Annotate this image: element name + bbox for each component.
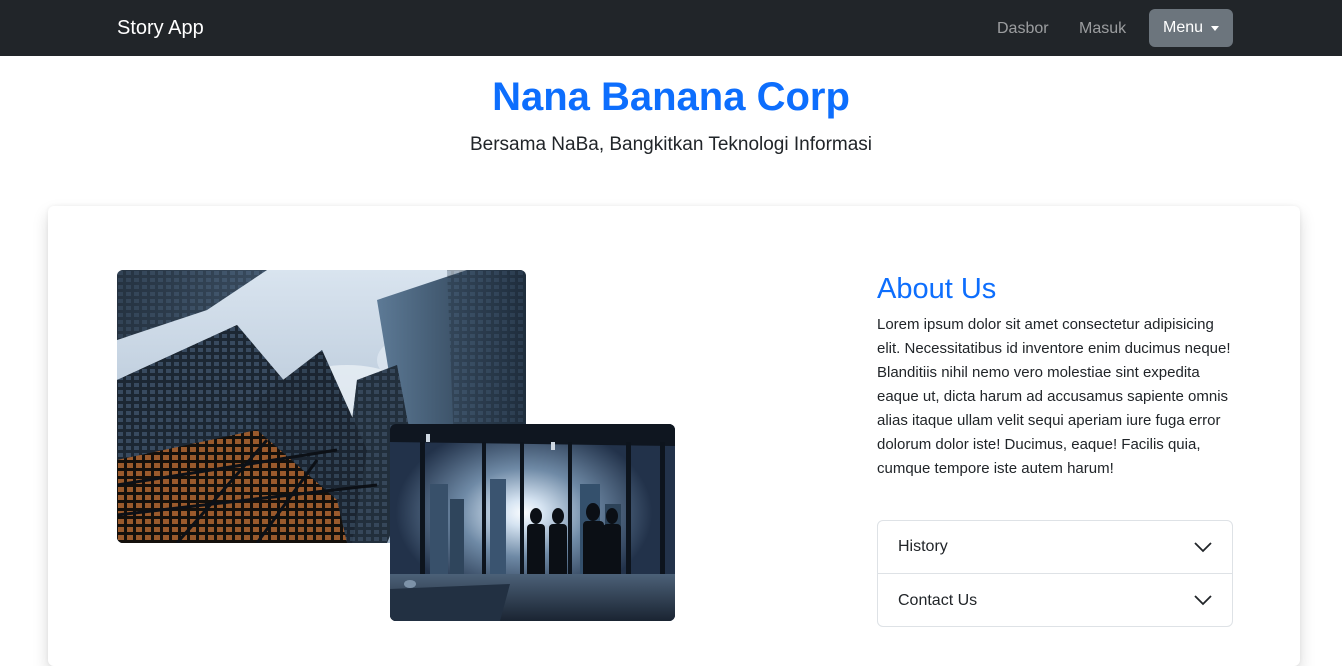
accordion-history-label: History — [898, 538, 948, 555]
caret-down-icon — [1211, 26, 1220, 31]
accordion-item-history[interactable]: History — [878, 521, 1232, 574]
page-subtitle: Bersama NaBa, Bangkitkan Teknologi Infor… — [469, 134, 873, 155]
chevron-down-icon — [1194, 542, 1212, 553]
nav-link-masuk[interactable]: Masuk — [1079, 18, 1126, 40]
accordion: History Contact Us — [877, 520, 1233, 627]
about-title: About Us — [877, 273, 997, 305]
page-title: Nana Banana Corp — [492, 75, 850, 119]
accordion-item-contact-us[interactable]: Contact Us — [878, 574, 1232, 627]
chevron-down-icon — [1194, 595, 1212, 606]
office-meeting-image — [390, 424, 675, 621]
menu-button-label: Menu — [1162, 19, 1204, 36]
nav-link-dasbor[interactable]: Dasbor — [997, 18, 1049, 40]
accordion-contact-label: Contact Us — [898, 591, 978, 609]
navbar: Story App Dasbor Masuk Menu — [0, 0, 1342, 56]
menu-dropdown-button[interactable]: Menu — [1149, 9, 1233, 47]
about-text: Lorem ipsum dolor sit amet consectetur a… — [877, 316, 1231, 477]
brand-link[interactable]: Story App — [117, 15, 204, 41]
